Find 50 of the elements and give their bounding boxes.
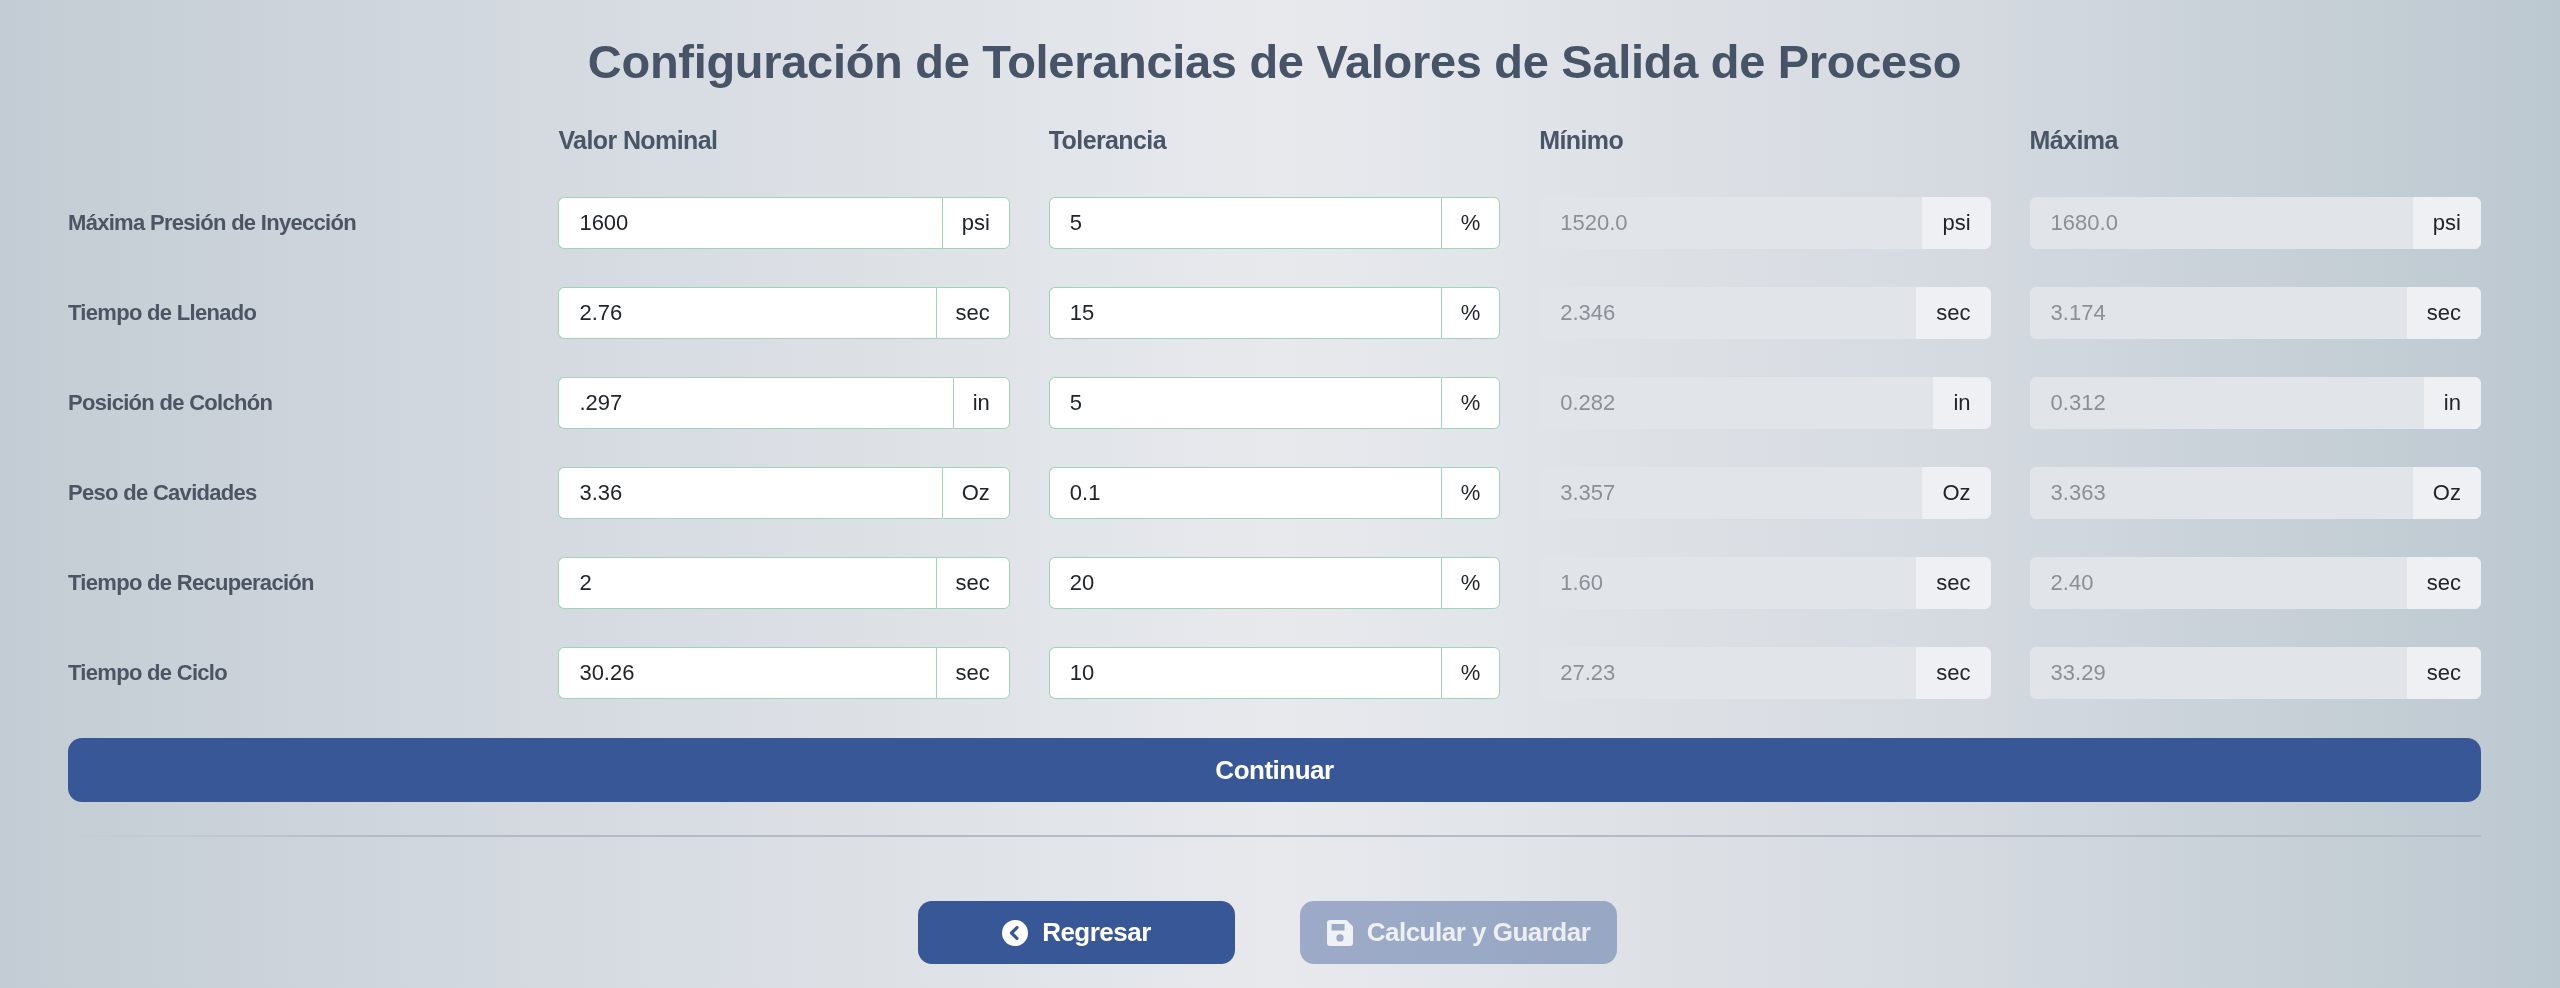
unit-label: %: [1440, 467, 1501, 519]
unit-label: %: [1440, 647, 1501, 699]
unit-label: psi: [2412, 197, 2481, 249]
row-label: Máxima Presión de Inyección: [68, 210, 356, 236]
continue-button[interactable]: Continuar: [68, 738, 2481, 802]
unit-label: sec: [1916, 647, 1991, 699]
column-header: Mínimo: [1539, 126, 1624, 154]
unit-label: psi: [1922, 197, 1991, 249]
unit-label: sec: [2406, 557, 2481, 609]
unit-label: in: [2423, 377, 2481, 429]
input-field[interactable]: .297: [558, 377, 953, 429]
unit-label: Oz: [2412, 467, 2481, 519]
unit-label: %: [1440, 377, 1501, 429]
input-field[interactable]: 2.76: [558, 287, 936, 339]
row-label: Tiempo de Recuperación: [68, 570, 314, 596]
unit-label: %: [1440, 197, 1501, 249]
input-field[interactable]: 2: [558, 557, 936, 609]
input-field[interactable]: 20: [1048, 557, 1441, 609]
unit-label: %: [1440, 557, 1501, 609]
input-field[interactable]: 5: [1048, 197, 1441, 249]
unit-label: sec: [1916, 557, 1991, 609]
column-header: Valor Nominal: [558, 126, 718, 154]
unit-label: sec: [935, 287, 1010, 339]
row-label: Peso de Cavidades: [68, 480, 257, 506]
row-label: Tiempo de Llenado: [68, 300, 257, 326]
unit-label: sec: [1916, 287, 1991, 339]
unit-label: in: [1933, 377, 1991, 429]
input-field[interactable]: 10: [1048, 647, 1441, 699]
unit-label: Oz: [941, 467, 1010, 519]
input-field[interactable]: 0.1: [1048, 467, 1441, 519]
unit-label: sec: [2406, 647, 2481, 699]
input-field[interactable]: 3.36: [558, 467, 942, 519]
input-field[interactable]: 1600: [558, 197, 942, 249]
chevron-left-circle-icon: [1002, 919, 1029, 946]
row-label: Posición de Colchón: [68, 390, 273, 416]
unit-label: sec: [935, 647, 1010, 699]
unit-label: %: [1440, 287, 1501, 339]
input-field[interactable]: 15: [1048, 287, 1441, 339]
back-button[interactable]: Regresar: [918, 901, 1235, 964]
unit-label: psi: [941, 197, 1010, 249]
unit-label: in: [952, 377, 1010, 429]
unit-label: sec: [2406, 287, 2481, 339]
column-header: Tolerancia: [1048, 126, 1166, 154]
unit-label: Oz: [1922, 467, 1991, 519]
input-field[interactable]: 30.26: [558, 647, 936, 699]
page-title: Configuración de Tolerancias de Valores de Salida de Proceso: [586, 34, 1963, 89]
input-field[interactable]: 5: [1048, 377, 1441, 429]
column-header: Máxima: [2029, 126, 2118, 154]
unit-label: sec: [935, 557, 1010, 609]
row-label: Tiempo de Ciclo: [68, 660, 227, 686]
